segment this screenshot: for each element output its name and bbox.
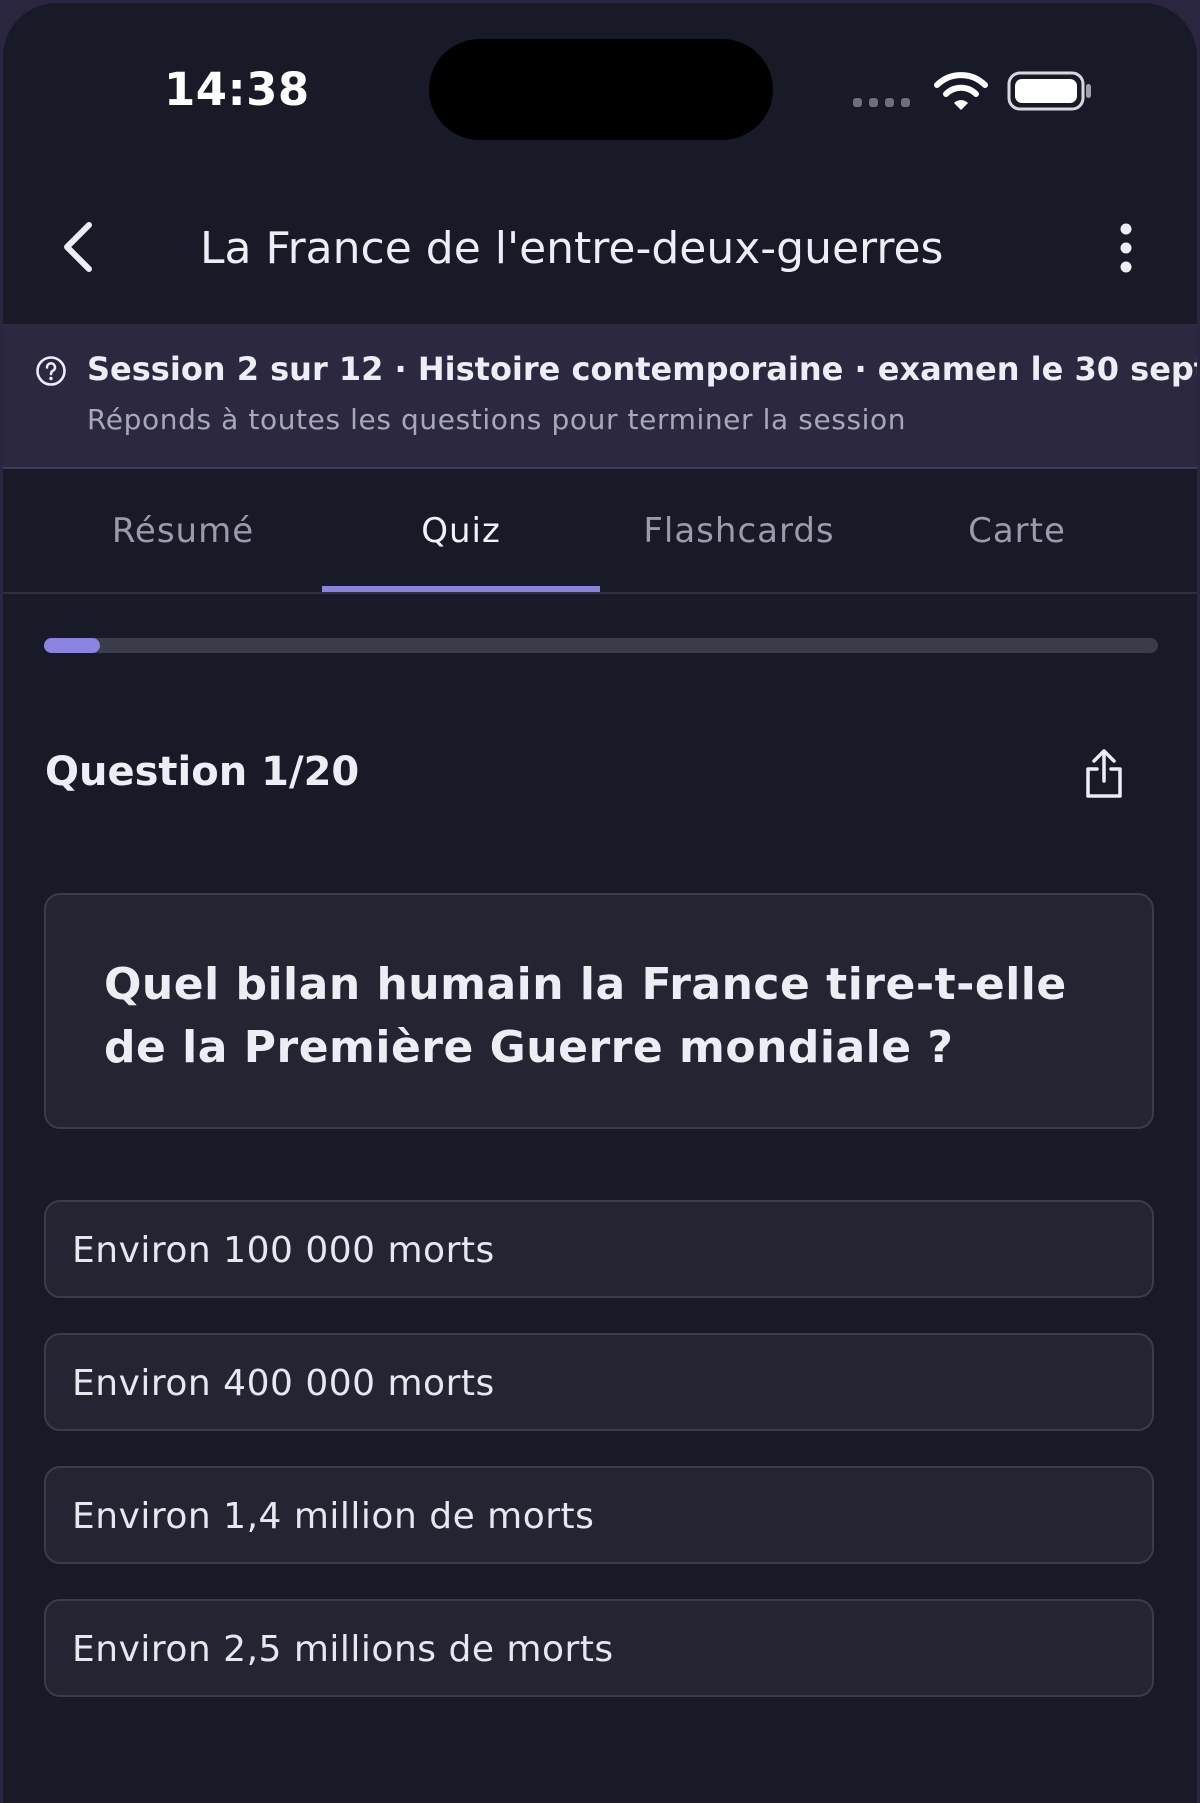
answer-label: Environ 400 000 morts <box>72 1363 495 1404</box>
tab-carte[interactable]: Carte <box>878 469 1156 592</box>
answer-option[interactable]: Environ 100 000 morts <box>44 1200 1154 1298</box>
status-bar: 14:38 <box>3 3 1197 153</box>
page-title: La France de l'entre-deux-guerres <box>200 223 944 274</box>
answer-label: Environ 1,4 million de morts <box>72 1496 595 1537</box>
quiz-progress-bar <box>44 638 1158 653</box>
session-instructions: Réponds à toutes les questions pour term… <box>87 403 907 436</box>
tab-flashcards[interactable]: Flashcards <box>600 469 878 592</box>
battery-icon <box>1007 71 1091 111</box>
dynamic-island <box>429 39 773 140</box>
tab-quiz[interactable]: Quiz <box>322 469 600 592</box>
answer-option[interactable]: Environ 400 000 morts <box>44 1333 1154 1431</box>
question-text: Quel bilan humain la France tire-t-elle … <box>104 959 1067 1073</box>
app-screen: 14:38 La France de l'entre-deux-guerres <box>3 3 1197 1803</box>
active-tab-indicator <box>322 586 600 592</box>
question-circle-icon <box>36 356 66 386</box>
tab-resume[interactable]: Résumé <box>44 469 322 592</box>
answer-label: Environ 2,5 millions de morts <box>72 1629 614 1670</box>
question-counter: Question 1/20 <box>45 749 360 795</box>
cellular-signal-icon <box>853 98 910 107</box>
quiz-progress-fill <box>44 638 100 653</box>
back-icon[interactable] <box>57 219 101 275</box>
tab-bar: Résumé Quiz Flashcards Carte <box>3 469 1197 594</box>
answer-label: Environ 100 000 morts <box>72 1230 495 1271</box>
top-app-bar: La France de l'entre-deux-guerres <box>3 193 1197 303</box>
session-banner: Session 2 sur 12 · Histoire contemporain… <box>3 324 1197 469</box>
wifi-icon <box>934 72 988 110</box>
answer-option[interactable]: Environ 2,5 millions de morts <box>44 1599 1154 1697</box>
session-info: Session 2 sur 12 · Histoire contemporain… <box>87 350 1197 388</box>
share-icon[interactable] <box>1082 747 1126 801</box>
question-card: Quel bilan humain la France tire-t-elle … <box>44 893 1154 1129</box>
more-vertical-icon[interactable] <box>1115 221 1137 275</box>
answer-option[interactable]: Environ 1,4 million de morts <box>44 1466 1154 1564</box>
status-time: 14:38 <box>164 63 310 116</box>
